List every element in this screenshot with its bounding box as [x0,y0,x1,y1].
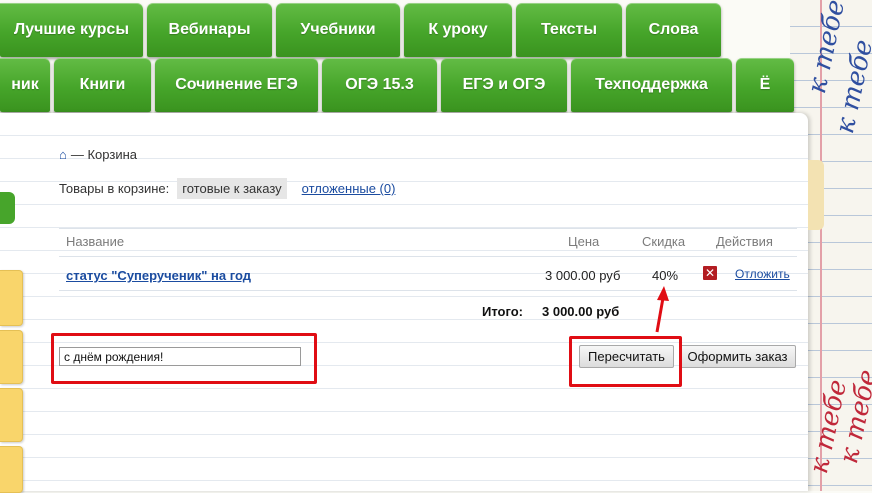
annotation-arrow [655,286,669,333]
